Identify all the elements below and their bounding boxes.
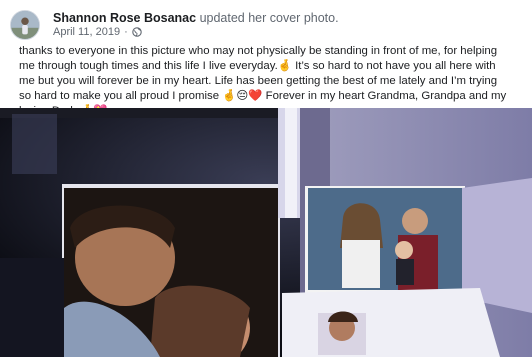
post-text-line: so hard to make you all proud I promise … xyxy=(19,90,507,102)
globe-icon[interactable] xyxy=(132,27,142,37)
post-text-line: thanks to everyone in this picture who m… xyxy=(19,45,498,57)
post-text-line: me through tough times and this life I l… xyxy=(19,60,496,72)
author-name[interactable]: Shannon Rose Bosanac xyxy=(53,11,196,25)
post-meta: April 11, 2019 · xyxy=(53,26,142,38)
author-line: Shannon Rose Bosanac updated her cover p… xyxy=(53,11,339,25)
cover-photo-image xyxy=(0,108,532,357)
post-date[interactable]: April 11, 2019 xyxy=(53,26,120,38)
cover-photo[interactable] xyxy=(0,108,532,357)
avatar-image xyxy=(11,11,39,39)
meta-separator: · xyxy=(124,26,128,38)
post-text-line: me but you will forever be in my heart. … xyxy=(19,75,498,87)
avatar[interactable] xyxy=(10,10,40,40)
post-action: updated her cover photo. xyxy=(199,11,339,25)
